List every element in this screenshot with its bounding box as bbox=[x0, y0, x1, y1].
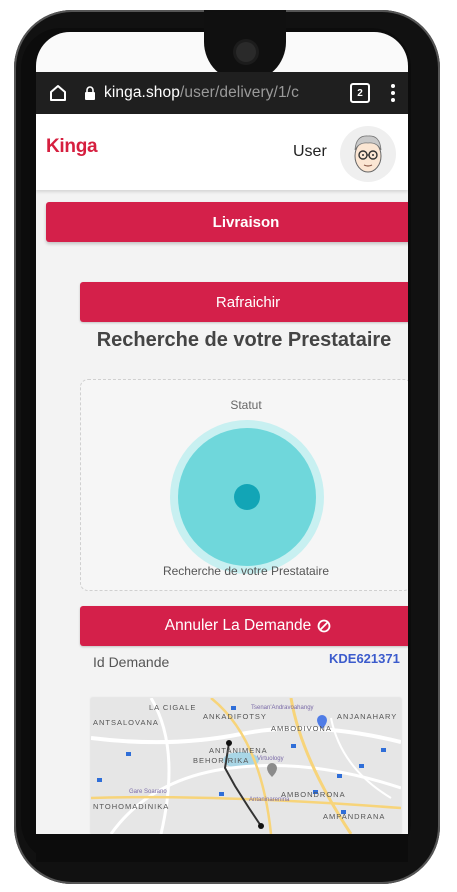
avatar[interactable] bbox=[340, 126, 396, 182]
map[interactable]: LA CIGALE ANKADIFOTSY ANJANAHARY ANTSALO… bbox=[91, 698, 401, 834]
home-icon[interactable] bbox=[46, 81, 70, 105]
lock-icon bbox=[84, 86, 96, 100]
browser-menu-icon[interactable] bbox=[390, 84, 396, 102]
refresh-button[interactable]: Rafraichir bbox=[80, 282, 408, 322]
url-field[interactable]: kinga.shop/user/delivery/1/c bbox=[104, 84, 336, 102]
map-label: LA CIGALE bbox=[149, 703, 197, 712]
status-card: Statut Recherche de votre Prestataire bbox=[80, 379, 408, 591]
url-host: kinga.shop bbox=[104, 84, 180, 101]
map-label: NTOHOMADINIKA bbox=[93, 802, 170, 811]
screen: kinga.shop/user/delivery/1/c 2 Kinga Use… bbox=[36, 72, 408, 834]
url-path: /user/delivery/1/c bbox=[179, 84, 299, 101]
search-title: Recherche de votre Prestataire bbox=[96, 329, 392, 351]
app-header: Kinga User bbox=[36, 114, 408, 190]
phone-bottom-bezel bbox=[36, 834, 408, 862]
map-label: ANJANAHARY bbox=[337, 712, 398, 721]
request-id-label: Id Demande bbox=[93, 654, 170, 670]
search-pulse-dot bbox=[234, 484, 260, 510]
map-poi: Antaninarenina bbox=[249, 797, 290, 803]
avatar-face-icon bbox=[354, 135, 382, 173]
browser-url-bar: kinga.shop/user/delivery/1/c 2 bbox=[36, 72, 408, 114]
map-label: AMPANDRANA bbox=[323, 812, 386, 821]
map-label: ANTANIMENA bbox=[209, 746, 268, 755]
user-label[interactable]: User bbox=[293, 143, 327, 161]
map-label: AMBONDRONA bbox=[281, 790, 346, 799]
status-caption: Recherche de votre Prestataire bbox=[162, 564, 330, 578]
tab-switcher-button[interactable]: 2 bbox=[350, 83, 370, 103]
map-label: BEHORIRIKA bbox=[193, 756, 250, 765]
map-poi: Tsenan'Andravoahangy bbox=[251, 705, 314, 711]
map-poi: Gare Soarano bbox=[129, 789, 167, 795]
request-id-value: KDE621371 bbox=[329, 651, 400, 666]
map-label: ANKADIFOTSY bbox=[203, 712, 267, 721]
cancel-request-button[interactable]: Annuler La Demande bbox=[80, 606, 408, 646]
prohibited-icon bbox=[317, 619, 331, 633]
status-label: Statut bbox=[230, 398, 262, 412]
cancel-label: Annuler La Demande bbox=[164, 617, 312, 634]
camera-icon bbox=[236, 42, 256, 62]
kinga-logo[interactable]: Kinga bbox=[46, 136, 98, 158]
map-label: AMBODIVONA bbox=[271, 724, 332, 733]
map-label: ANTSALOVANA bbox=[93, 718, 159, 727]
livraison-header: Livraison bbox=[46, 202, 408, 242]
map-poi: Virtuology bbox=[257, 756, 284, 762]
